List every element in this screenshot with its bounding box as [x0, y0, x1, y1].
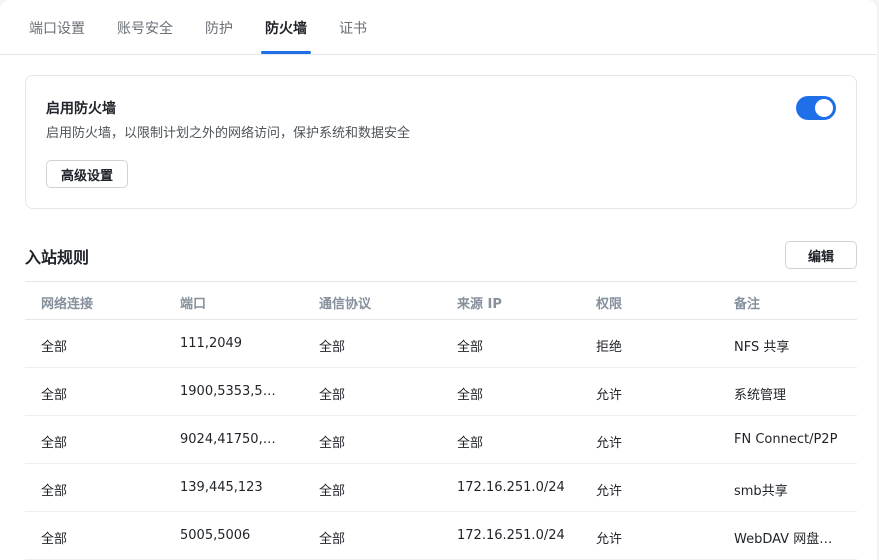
cell-protocol: 全部	[319, 484, 346, 499]
cell-protocol: 全部	[319, 436, 346, 451]
inbound-rules-title: 入站规则	[25, 248, 90, 267]
cell-protocol: 全部	[319, 340, 346, 355]
tab-port-settings[interactable]: 端口设置	[29, 18, 85, 38]
cell-note: 系统管理	[734, 388, 787, 403]
tab-protection[interactable]: 防护	[205, 18, 233, 38]
table-row[interactable]: 全部 9024,41750,4… 全部 全部 允许 FN Connect/P2P	[25, 416, 857, 464]
cell-port: 5005,5006	[180, 528, 251, 543]
inbound-rules-table: 网络连接 端口 通信协议 来源 IP 权限 备注 全部 111,2049 全部 …	[25, 281, 857, 560]
firewall-card: 启用防火墙 启用防火墙，以限制计划之外的网络访问，保护系统和数据安全 高级设置	[25, 75, 857, 209]
edit-rules-button[interactable]: 编辑	[785, 241, 857, 269]
cell-network: 全部	[41, 484, 68, 499]
cell-permission: 允许	[596, 436, 623, 451]
column-header-protocol: 通信协议	[319, 297, 372, 312]
table-header: 网络连接 端口 通信协议 来源 IP 权限 备注	[25, 282, 857, 320]
firewall-title: 启用防火墙	[46, 101, 116, 117]
cell-port: 1900,5353,53…	[180, 384, 280, 399]
cell-port: 111,2049	[180, 336, 243, 351]
tab-bar: 端口设置 账号安全 防护 防火墙 证书	[0, 0, 877, 55]
cell-network: 全部	[41, 532, 68, 547]
toggle-knob	[815, 99, 833, 117]
cell-port: 139,445,123	[180, 480, 263, 495]
cell-permission: 拒绝	[596, 340, 623, 355]
cell-source-ip: 172.16.251.0/24	[457, 480, 565, 495]
column-header-permission: 权限	[596, 297, 623, 312]
cell-network: 全部	[41, 436, 68, 451]
table-row[interactable]: 全部 139,445,123 全部 172.16.251.0/24 允许 smb…	[25, 464, 857, 512]
tab-firewall[interactable]: 防火墙	[265, 18, 307, 38]
firewall-toggle[interactable]	[796, 96, 836, 120]
cell-source-ip: 172.16.251.0/24	[457, 528, 565, 543]
cell-permission: 允许	[596, 388, 623, 403]
column-header-port: 端口	[180, 297, 207, 312]
cell-permission: 允许	[596, 484, 623, 499]
column-header-network: 网络连接	[41, 297, 94, 312]
tab-certificate[interactable]: 证书	[339, 18, 367, 38]
cell-network: 全部	[41, 340, 68, 355]
settings-panel: 端口设置 账号安全 防护 防火墙 证书 启用防火墙 启用防火墙，以限制计划之外的…	[0, 0, 877, 560]
cell-source-ip: 全部	[457, 340, 484, 355]
active-tab-indicator	[261, 51, 311, 54]
column-header-source-ip: 来源 IP	[457, 297, 502, 312]
cell-note: smb共享	[734, 484, 788, 499]
firewall-description: 启用防火墙，以限制计划之外的网络访问，保护系统和数据安全	[46, 126, 411, 141]
cell-port: 9024,41750,4…	[180, 432, 280, 447]
column-header-note: 备注	[734, 297, 761, 312]
cell-permission: 允许	[596, 532, 623, 547]
cell-network: 全部	[41, 388, 68, 403]
cell-note: WebDAV 网盘…	[734, 532, 833, 547]
cell-source-ip: 全部	[457, 436, 484, 451]
cell-note: FN Connect/P2P	[734, 432, 838, 447]
advanced-settings-button[interactable]: 高级设置	[46, 160, 128, 188]
table-row[interactable]: 全部 5005,5006 全部 172.16.251.0/24 允许 WebDA…	[25, 512, 857, 560]
cell-source-ip: 全部	[457, 388, 484, 403]
cell-protocol: 全部	[319, 388, 346, 403]
table-row[interactable]: 全部 1900,5353,53… 全部 全部 允许 系统管理	[25, 368, 857, 416]
cell-protocol: 全部	[319, 532, 346, 547]
tab-account-security[interactable]: 账号安全	[117, 18, 173, 38]
cell-note: NFS 共享	[734, 340, 790, 355]
table-row[interactable]: 全部 111,2049 全部 全部 拒绝 NFS 共享	[25, 320, 857, 368]
